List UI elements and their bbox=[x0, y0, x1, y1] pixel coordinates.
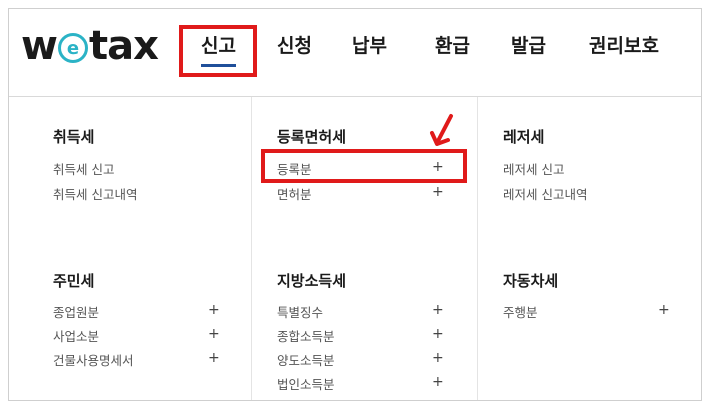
logo-e-icon: e bbox=[57, 33, 88, 63]
logo-w: w bbox=[21, 23, 58, 69]
link-building-usage-statement[interactable]: 건물사용명세서 bbox=[53, 350, 134, 369]
link-corporate-income[interactable]: 법인소득분 bbox=[277, 374, 335, 393]
section-title-registration-license-tax: 등록면허세 bbox=[277, 128, 347, 146]
nav-tab-refund[interactable]: 환급 bbox=[435, 31, 470, 58]
nav-tab-issue[interactable]: 발급 bbox=[511, 31, 546, 58]
expand-plus-icon[interactable]: + bbox=[432, 351, 444, 365]
nav-tab-issue-label: 발급 bbox=[511, 35, 546, 57]
site-header: w e tax 신고 신청 납부 환급 발급 권리보호 bbox=[9, 9, 701, 97]
link-acquisition-tax-report[interactable]: 취득세 신고 bbox=[53, 159, 114, 178]
expand-plus-icon[interactable]: + bbox=[208, 351, 220, 365]
section-title-leisure-tax: 레저세 bbox=[503, 128, 545, 146]
nav-tab-pay[interactable]: 납부 bbox=[352, 31, 387, 58]
nav-tab-rights[interactable]: 권리보호 bbox=[589, 31, 659, 58]
expand-plus-icon[interactable]: + bbox=[432, 185, 444, 199]
link-mileage[interactable]: 주행분 bbox=[503, 302, 538, 321]
wetax-logo[interactable]: w e tax bbox=[21, 23, 159, 69]
section-title-acquisition-tax: 취득세 bbox=[53, 128, 95, 146]
screenshot-frame: w e tax 신고 신청 납부 환급 발급 권리보호 취득세 취득세 신고 취득세… bbox=[8, 8, 702, 401]
nav-tab-pay-label: 납부 bbox=[352, 35, 387, 57]
highlight-box-report-tab bbox=[179, 25, 257, 77]
nav-tab-apply-label: 신청 bbox=[277, 35, 312, 57]
nav-tab-refund-label: 환급 bbox=[435, 35, 470, 57]
column-divider bbox=[477, 97, 478, 400]
expand-plus-icon[interactable]: + bbox=[208, 327, 220, 341]
link-employee[interactable]: 종업원분 bbox=[53, 302, 99, 321]
section-title-automobile-tax: 자동차세 bbox=[503, 272, 559, 290]
expand-plus-icon[interactable]: + bbox=[432, 303, 444, 317]
logo-tax: tax bbox=[88, 23, 159, 69]
highlight-box-registration bbox=[261, 149, 467, 183]
link-comprehensive-income[interactable]: 종합소득분 bbox=[277, 326, 335, 345]
nav-tab-rights-label: 권리보호 bbox=[589, 35, 659, 57]
expand-plus-icon[interactable]: + bbox=[432, 375, 444, 389]
expand-plus-icon[interactable]: + bbox=[432, 327, 444, 341]
section-title-local-income-tax: 지방소득세 bbox=[277, 272, 347, 290]
link-leisure-tax-history[interactable]: 레저세 신고내역 bbox=[503, 184, 587, 203]
link-transfer-income[interactable]: 양도소득분 bbox=[277, 350, 335, 369]
expand-plus-icon[interactable]: + bbox=[208, 303, 220, 317]
section-title-resident-tax: 주민세 bbox=[53, 272, 95, 290]
link-acquisition-tax-history[interactable]: 취득세 신고내역 bbox=[53, 184, 137, 203]
column-divider bbox=[251, 97, 252, 400]
link-leisure-tax-report[interactable]: 레저세 신고 bbox=[503, 159, 564, 178]
red-arrow-icon bbox=[430, 114, 453, 146]
link-license[interactable]: 면허분 bbox=[277, 184, 312, 203]
link-business-office[interactable]: 사업소분 bbox=[53, 326, 99, 345]
expand-plus-icon[interactable]: + bbox=[658, 303, 670, 317]
link-special-withholding[interactable]: 특별징수 bbox=[277, 302, 323, 321]
nav-tab-apply[interactable]: 신청 bbox=[277, 31, 312, 58]
